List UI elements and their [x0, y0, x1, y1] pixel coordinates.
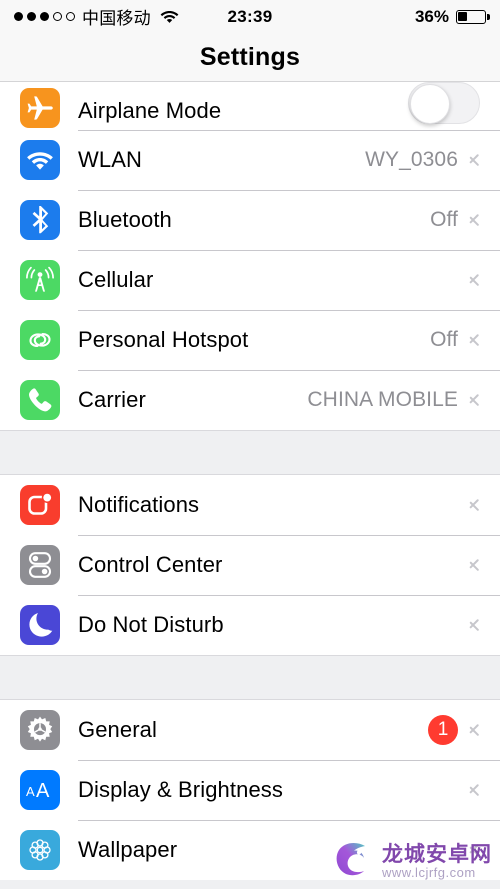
gear-icon	[20, 710, 60, 750]
phone-handset-icon	[20, 380, 60, 420]
text-size-aa-icon: AA	[20, 770, 60, 810]
settings-screen: 中国移动 23:39 36% Settings Airplane Mode WLA…	[0, 0, 500, 889]
settings-group: Notifications Control Center Do Not Distur…	[0, 475, 500, 655]
row-detail-value: Off	[430, 208, 458, 231]
settings-group: Airplane Mode WLAN WY_0306 Bluetooth Off Cell…	[0, 82, 500, 430]
chevron-right-icon	[469, 556, 480, 575]
wallpaper-flower-icon	[20, 830, 60, 870]
row-label: Personal Hotspot	[78, 327, 249, 352]
navigation-bar: Settings	[0, 33, 500, 82]
row-label: Cellular	[78, 267, 154, 292]
moon-icon	[20, 605, 60, 645]
watermark-text: 龙城安卓网 www.lcjrfg.com	[382, 842, 492, 880]
chevron-right-icon	[469, 616, 480, 635]
notification-badge: 1	[428, 715, 458, 745]
toggle-knob	[410, 84, 450, 124]
row-label: General	[78, 717, 157, 742]
row-accessory	[469, 781, 480, 800]
row-label: WLAN	[78, 147, 142, 172]
chevron-right-icon	[469, 781, 480, 800]
row-accessory	[469, 556, 480, 575]
battery-fill	[458, 11, 468, 22]
status-bar: 中国移动 23:39 36%	[0, 0, 500, 33]
row-detail-value: CHINA MOBILE	[307, 388, 458, 411]
row-label: Bluetooth	[78, 207, 172, 232]
battery-icon	[456, 9, 490, 24]
row-accessory	[469, 496, 480, 515]
row-detail-value: Off	[430, 328, 458, 351]
row-label: Control Center	[78, 552, 223, 577]
dragon-c-logo	[332, 840, 376, 883]
group-separator	[0, 655, 500, 700]
row-accessory: CHINA MOBILE	[307, 388, 480, 412]
chevron-right-icon	[469, 391, 480, 410]
battery-percent-label: 36%	[414, 6, 449, 26]
chevron-right-icon	[469, 331, 480, 350]
row-label: Wallpaper	[78, 837, 178, 862]
group-separator	[0, 430, 500, 475]
settings-row-general[interactable]: General 1	[0, 700, 500, 760]
chevron-right-icon	[469, 496, 480, 515]
watermark-url: www.lcjrfg.com	[382, 864, 476, 880]
control-center-icon	[20, 545, 60, 585]
watermark-title: 龙城安卓网	[382, 842, 492, 866]
site-watermark: 龙城安卓网 www.lcjrfg.com	[332, 840, 492, 883]
notifications-icon	[20, 485, 60, 525]
svg-text:A: A	[26, 784, 35, 799]
page-title: Settings	[199, 42, 301, 71]
svg-text:A: A	[36, 780, 50, 802]
bluetooth-icon	[20, 200, 60, 240]
row-accessory: WY_0306	[365, 148, 480, 172]
settings-row-carrier[interactable]: Carrier CHINA MOBILE	[0, 370, 500, 430]
chevron-right-icon	[469, 721, 480, 740]
row-label: Notifications	[78, 492, 200, 517]
settings-row-wlan[interactable]: WLAN WY_0306	[0, 130, 500, 190]
row-accessory	[408, 82, 480, 124]
settings-list[interactable]: Airplane Mode WLAN WY_0306 Bluetooth Off Cell…	[0, 82, 500, 889]
battery-nub	[487, 13, 490, 20]
row-label: Do Not Disturb	[78, 612, 224, 637]
wifi-icon	[20, 140, 60, 180]
row-accessory: Off	[430, 208, 480, 232]
row-detail-value: WY_0306	[365, 148, 458, 171]
settings-row-cellular[interactable]: Cellular	[0, 250, 500, 310]
settings-row-do-not-disturb[interactable]: Do Not Disturb	[0, 595, 500, 655]
settings-row-notifications[interactable]: Notifications	[0, 475, 500, 535]
status-bar-right: 36%	[414, 6, 490, 27]
cellular-antenna-icon	[20, 260, 60, 300]
settings-row-personal-hotspot[interactable]: Personal Hotspot Off	[0, 310, 500, 370]
settings-row-display-brightness[interactable]: A A Display & Brightness	[0, 760, 500, 820]
row-accessory	[469, 616, 480, 635]
row-accessory: Off	[430, 328, 480, 352]
toggle-switch[interactable]	[408, 82, 480, 124]
row-label: Carrier	[78, 387, 146, 412]
row-label: Airplane Mode	[78, 98, 222, 123]
settings-row-airplane-mode[interactable]: Airplane Mode	[0, 82, 500, 130]
chevron-right-icon	[469, 151, 480, 170]
hotspot-link-icon	[20, 320, 60, 360]
row-accessory: 1	[428, 715, 480, 745]
chevron-right-icon	[469, 271, 480, 290]
row-label: Display & Brightness	[78, 777, 283, 802]
settings-row-control-center[interactable]: Control Center	[0, 535, 500, 595]
airplane-icon	[20, 88, 60, 128]
settings-row-bluetooth[interactable]: Bluetooth Off	[0, 190, 500, 250]
chevron-right-icon	[469, 211, 480, 230]
row-accessory	[469, 271, 480, 290]
